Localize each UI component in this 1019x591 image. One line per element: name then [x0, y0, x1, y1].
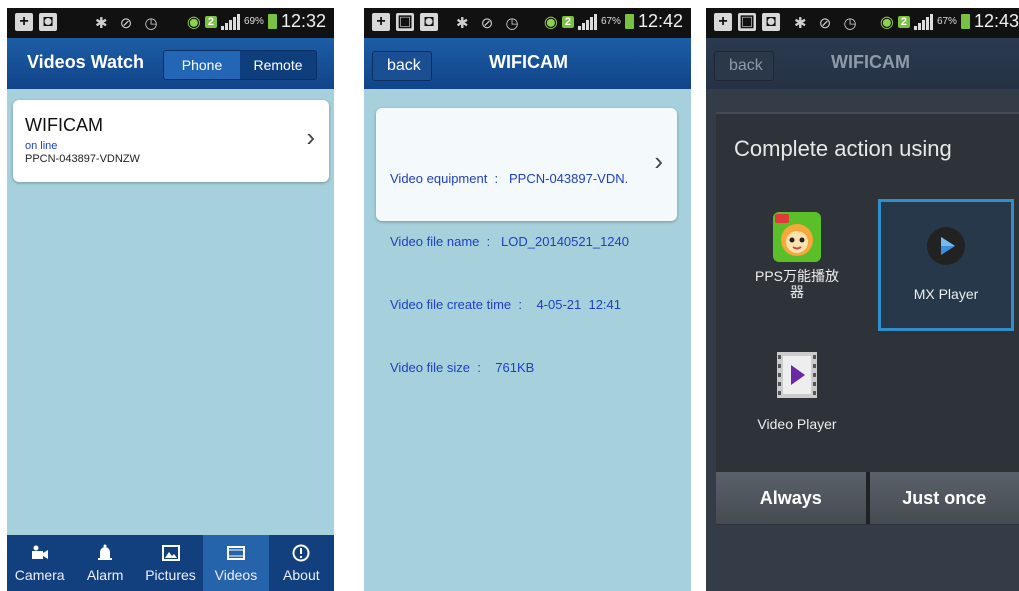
pictures-icon — [161, 544, 180, 562]
bottom-tab-bar: Camera Alarm Pictures Videos About — [7, 535, 334, 591]
app-label: Video Player — [757, 416, 837, 432]
phone-segment[interactable]: Phone — [164, 51, 240, 79]
video-file-name: Video file name : LOD_20140521_1240 — [390, 234, 629, 249]
app-option-pps[interactable]: PPS万能播放器 — [732, 212, 862, 300]
mx-player-icon — [926, 226, 966, 266]
tab-label: Pictures — [145, 566, 196, 583]
video-file-size: Video file size : 761KB — [390, 360, 535, 375]
battery-percent: 69% — [243, 16, 264, 27]
chevron-right-icon: › — [654, 146, 663, 176]
signal-icon — [220, 13, 240, 30]
dialog-title: Complete action using — [734, 136, 952, 161]
title-bar-dimmed: back WIFICAM — [706, 38, 1019, 89]
camera-icon — [31, 544, 49, 562]
sim-badge: 2 — [204, 15, 217, 28]
signal-icon — [913, 13, 933, 30]
device-name: WIFICAM — [25, 115, 103, 135]
wifi-icon: ◉ — [543, 13, 558, 31]
back-button[interactable]: back — [372, 51, 432, 81]
app-label: PPS万能播放器 — [754, 268, 839, 300]
signal-icon — [577, 13, 597, 30]
remote-segment[interactable]: Remote — [240, 51, 316, 79]
sim-badge: 2 — [897, 15, 910, 28]
gallery-notification-icon: ▣ — [396, 13, 414, 31]
battery-icon — [960, 14, 970, 29]
device-status: on line — [25, 140, 58, 152]
system-icons: ✱ ⊘ ◷ — [794, 15, 861, 32]
sim-badge: 2 — [561, 15, 574, 28]
back-button: back — [714, 51, 774, 81]
tab-label: Alarm — [86, 566, 124, 583]
chevron-right-icon: › — [306, 122, 315, 152]
add-notification-icon: + — [15, 13, 33, 31]
bell-icon — [96, 544, 114, 562]
source-toggle: Phone Remote — [163, 50, 317, 80]
status-bar: + ▣ ◘ ✱ ⊘ ◷ ◉ 2 67% 12:42 — [364, 8, 691, 38]
video-create-time: Video file create time : 4-05-21 12:41 — [390, 297, 622, 312]
wifi-icon: ◉ — [186, 13, 201, 31]
tab-pictures[interactable]: Pictures — [138, 535, 203, 591]
tab-label: About — [283, 566, 320, 583]
tab-label: Camera — [14, 566, 65, 583]
page-title: WIFICAM — [489, 52, 568, 72]
status-bar: + ▣ ◘ ✱ ⊘ ◷ ◉ 2 67% 12:43 — [706, 8, 1019, 38]
dialog-buttons: Always Just once — [716, 472, 1019, 524]
video-info-card[interactable]: Video equipment : PPCN-043897-VDN. Video… — [376, 108, 677, 375]
title-bar: back WIFICAM — [364, 38, 691, 89]
screen-video-info: + ▣ ◘ ✱ ⊘ ◷ ◉ 2 67% 12:42 back WIFICAM V… — [364, 8, 691, 591]
video-equipment: Video equipment : PPCN-043897-VDN. — [390, 171, 629, 186]
device-id: PPCN-043897-VDNZW — [25, 153, 140, 165]
video-player-icon — [775, 352, 819, 398]
tab-videos[interactable]: Videos — [203, 535, 269, 591]
tab-alarm[interactable]: Alarm — [72, 535, 137, 591]
chooser-dialog: Complete action using PPS万能播放器 MX Player… — [716, 112, 1019, 525]
clock: 12:42 — [637, 11, 683, 31]
title-bar: Videos Watch Phone Remote — [7, 38, 334, 89]
tab-about[interactable]: About — [269, 535, 334, 591]
screen-complete-action: + ▣ ◘ ✱ ⊘ ◷ ◉ 2 67% 12:43 back WIFICAM C… — [706, 8, 1019, 591]
battery-percent: 67% — [600, 16, 621, 27]
tab-camera[interactable]: Camera — [7, 535, 72, 591]
app-option-video-player[interactable]: Video Player — [732, 352, 862, 432]
film-icon — [226, 544, 245, 562]
gallery-notification-icon: ▣ — [738, 13, 756, 31]
always-button[interactable]: Always — [716, 472, 866, 524]
just-once-button[interactable]: Just once — [869, 472, 1019, 524]
device-card[interactable]: WIFICAM on line PPCN-043897-VDNZW › — [13, 100, 329, 182]
add-notification-icon: + — [372, 13, 390, 31]
pps-icon — [773, 212, 821, 262]
app-option-mx-player[interactable]: MX Player — [878, 199, 1014, 331]
page-title: Videos Watch — [27, 52, 145, 72]
system-icons: ✱ ⊘ ◷ — [456, 15, 523, 32]
battery-percent: 67% — [936, 16, 957, 27]
camera-notification-icon: ◘ — [762, 13, 780, 31]
system-icons: ✱ ⊘ ◷ — [95, 15, 162, 32]
add-notification-icon: + — [714, 13, 732, 31]
tab-label: Videos — [214, 566, 258, 583]
battery-icon — [624, 14, 634, 29]
clock: 12:43 — [973, 11, 1019, 31]
page-title: WIFICAM — [831, 52, 910, 72]
app-label: MX Player — [913, 286, 979, 302]
camera-notification-icon: ◘ — [39, 13, 57, 31]
camera-notification-icon: ◘ — [420, 13, 438, 31]
clock: 12:32 — [280, 11, 326, 31]
status-bar: + ◘ ✱ ⊘ ◷ ◉ 2 69% 12:32 — [7, 8, 334, 38]
wifi-icon: ◉ — [879, 13, 894, 31]
screen-videos-watch: + ◘ ✱ ⊘ ◷ ◉ 2 69% 12:32 Videos Watch Pho… — [7, 8, 334, 591]
info-icon — [292, 544, 310, 562]
battery-icon — [267, 14, 277, 29]
